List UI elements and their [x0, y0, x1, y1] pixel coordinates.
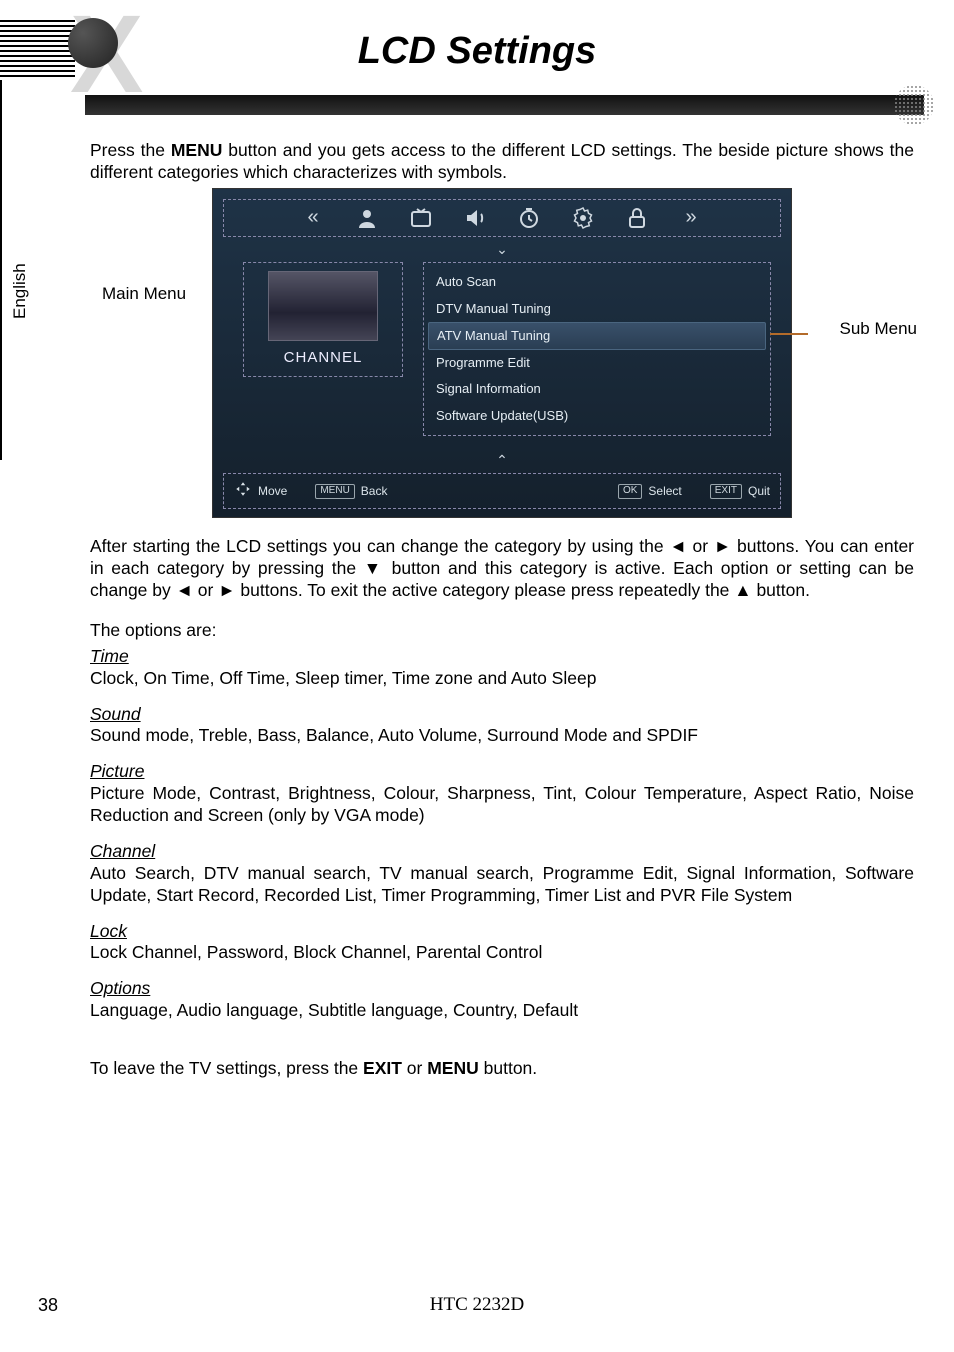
section-head: Picture: [90, 761, 914, 783]
sub-menu-label: Sub Menu: [840, 318, 918, 339]
footer-select: OK Select: [618, 484, 682, 499]
page-title: LCD Settings: [0, 30, 954, 73]
menu-item[interactable]: Auto Scan: [428, 269, 766, 295]
intro-bold: MENU: [171, 140, 223, 160]
closing-mid: or: [402, 1058, 427, 1078]
osd-footer: Move MENU Back OK Select EXIT Quit: [223, 473, 781, 509]
intro-paragraph: Press the MENU button and you gets acces…: [90, 140, 914, 184]
section-body: Clock, On Time, Off Time, Sleep timer, T…: [90, 668, 914, 690]
title-bar-dots: [894, 85, 934, 125]
category-thumbnail-icon: [268, 271, 378, 341]
closing-menu: MENU: [427, 1058, 479, 1078]
osd-category-icons: « »: [223, 199, 781, 237]
options-icon: [571, 206, 595, 230]
arrow-right-icon: »: [679, 206, 703, 230]
footer-quit-label: Quit: [748, 484, 770, 499]
after-osd-paragraph: After starting the LCD settings you can …: [90, 536, 914, 602]
category-label: CHANNEL: [252, 349, 394, 368]
menu-item[interactable]: Software Update(USB): [428, 403, 766, 429]
arrow-left-icon: «: [301, 206, 325, 230]
section-head: Options: [90, 978, 914, 1000]
language-tab: English: [10, 257, 30, 325]
section-body: Lock Channel, Password, Block Channel, P…: [90, 942, 914, 964]
menu-keycap-icon: MENU: [315, 484, 354, 499]
menu-item-selected[interactable]: ATV Manual Tuning: [428, 322, 766, 350]
exit-keycap-icon: EXIT: [710, 484, 742, 499]
section-head: Lock: [90, 921, 914, 943]
osd-wrapper: Main Menu Sub Menu «: [112, 188, 892, 519]
menu-item[interactable]: Signal Information: [428, 376, 766, 402]
chevron-down-icon: ⌄: [213, 241, 791, 259]
section-time: Time Clock, On Time, Off Time, Sleep tim…: [90, 646, 914, 690]
section-body: Language, Audio language, Subtitle langu…: [90, 1000, 914, 1022]
section-head: Sound: [90, 704, 914, 726]
footer-select-label: Select: [648, 484, 681, 499]
lock-icon: [625, 206, 649, 230]
time-icon: [517, 206, 541, 230]
osd-screenshot: « » ⌄: [212, 188, 792, 519]
section-channel: Channel Auto Search, DTV manual search, …: [90, 841, 914, 907]
ok-keycap-icon: OK: [618, 484, 642, 499]
menu-item[interactable]: Programme Edit: [428, 350, 766, 376]
footer-quit: EXIT Quit: [710, 484, 770, 499]
section-sound: Sound Sound mode, Treble, Bass, Balance,…: [90, 704, 914, 748]
section-body: Sound mode, Treble, Bass, Balance, Auto …: [90, 725, 914, 747]
osd-body: CHANNEL Auto Scan DTV Manual Tuning ATV …: [213, 258, 791, 448]
section-picture: Picture Picture Mode, Contrast, Brightne…: [90, 761, 914, 827]
main-menu-label: Main Menu: [102, 283, 186, 304]
closing-exit: EXIT: [363, 1058, 402, 1078]
section-options: Options Language, Audio language, Subtit…: [90, 978, 914, 1022]
closing-prefix: To leave the TV settings, press the: [90, 1058, 363, 1078]
channel-icon: [409, 206, 433, 230]
footer-back: MENU Back: [315, 484, 387, 499]
options-intro: The options are:: [90, 620, 914, 642]
title-bar: [85, 95, 924, 115]
section-head: Time: [90, 646, 914, 668]
section-lock: Lock Lock Channel, Password, Block Chann…: [90, 921, 914, 965]
footer-back-label: Back: [361, 484, 388, 499]
section-body: Auto Search, DTV manual search, TV manua…: [90, 863, 914, 907]
closing-paragraph: To leave the TV settings, press the EXIT…: [90, 1058, 914, 1080]
footer-model: HTC 2232D: [0, 1294, 954, 1316]
sound-icon: [463, 206, 487, 230]
closing-suffix: button.: [479, 1058, 537, 1078]
section-head: Channel: [90, 841, 914, 863]
picture-icon: [355, 206, 379, 230]
footer-move: Move: [234, 480, 287, 502]
chevron-up-icon: ⌃: [213, 448, 791, 470]
left-vertical-line: [0, 80, 2, 460]
menu-item[interactable]: DTV Manual Tuning: [428, 296, 766, 322]
footer-move-label: Move: [258, 484, 287, 499]
osd-submenu-list: Auto Scan DTV Manual Tuning ATV Manual T…: [423, 262, 771, 436]
dpad-icon: [234, 480, 252, 502]
osd-category-thumb: CHANNEL: [243, 262, 403, 377]
content-area: Press the MENU button and you gets acces…: [90, 140, 914, 1084]
section-body: Picture Mode, Contrast, Brightness, Colo…: [90, 783, 914, 827]
